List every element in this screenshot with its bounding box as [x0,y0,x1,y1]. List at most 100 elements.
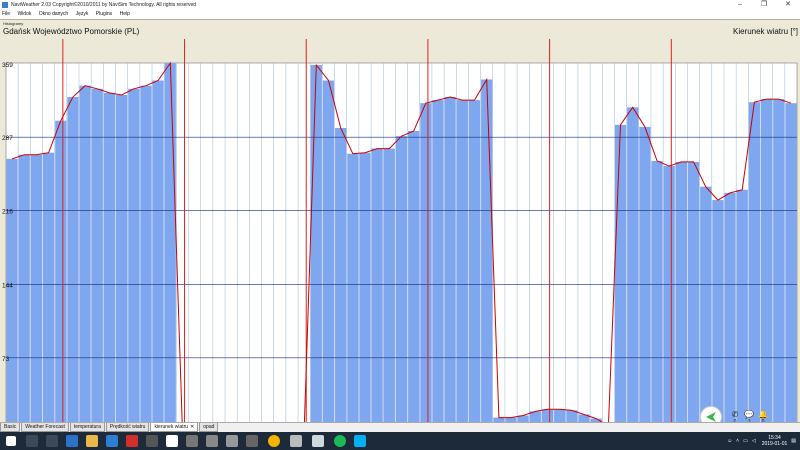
bar [18,154,30,433]
menu-view[interactable]: Widok [17,10,31,19]
location-label: Gdańsk Województwo Pomorskie (PL) [3,27,140,36]
bar [164,63,176,432]
window-title: NaviWeather 2.03 Copyright©2010/2011 by … [11,2,197,8]
app-icon-e[interactable] [226,435,238,447]
tab-precipitation[interactable]: opad [199,423,219,432]
bar [614,124,627,433]
bar [444,97,456,432]
skype-icon[interactable] [354,435,366,447]
bar [663,166,675,432]
chat-icon: 💬 [744,410,754,419]
tab-temperature[interactable]: temperatura [69,423,105,432]
bar [481,79,493,432]
parameter-label: Kierunek wiatru [°] [732,27,798,36]
tab-wind-direction[interactable]: kierunek wiatru ✕ [150,423,199,432]
opera-icon[interactable] [126,435,138,447]
photos-icon[interactable] [246,435,258,447]
start-icon[interactable] [6,436,16,446]
histogram-panel: Histogramy Gdańsk Województwo Pomorskie … [0,19,800,440]
menu-plugins[interactable]: Plugins [96,10,112,19]
bar [322,80,335,433]
bar [55,120,67,432]
bar [116,94,128,432]
close-tab-icon[interactable]: ✕ [190,424,194,430]
bar [103,92,116,433]
bar [712,200,724,432]
menu-data-window[interactable]: Okno danych [39,10,68,19]
file-explorer-icon[interactable] [86,435,98,447]
bar [310,65,322,432]
bar [408,131,420,432]
phone-icon: ✆ [731,410,739,419]
bar [128,88,140,432]
minimize-button[interactable]: – [728,0,752,10]
bar [152,80,164,433]
tab-wind-direction-label: kierunek wiatru [154,424,189,430]
app-icon-a[interactable] [146,435,158,447]
chevron-up-icon[interactable]: ˄ [736,438,739,444]
app-icon [2,2,8,8]
bar [347,153,359,432]
bar [687,161,700,433]
network-icon[interactable]: ▭ [743,438,748,444]
bar [30,154,43,433]
title-bar: NaviWeather 2.03 Copyright©2010/2011 by … [0,0,800,10]
bar [420,103,432,432]
edge-icon[interactable] [66,435,78,447]
y-tick-label: 216 [2,208,13,215]
bar [432,100,444,432]
bar [335,127,347,432]
y-tick-label: 287 [2,135,13,142]
bar [736,189,748,432]
tab-basic[interactable]: Basic [0,423,21,432]
spotify-icon[interactable] [334,435,346,447]
bar [675,161,687,433]
y-tick-label: 73 [2,356,10,363]
y-tick-label: 359 [2,62,13,69]
bar [91,88,103,432]
bar [748,102,760,432]
volume-icon[interactable]: ◁ [752,438,756,444]
bar [6,158,18,432]
bar [43,152,55,432]
weather-icon[interactable] [312,435,324,447]
people-icon[interactable]: ☺ [727,438,732,444]
bar [700,186,712,432]
menu-language[interactable]: Język [76,10,89,19]
bar [395,136,408,432]
maximize-button[interactable]: ❐ [752,0,776,10]
bell-icon: 🔔 [758,410,768,419]
bar [371,148,383,432]
bar [67,97,79,432]
menu-file[interactable]: File [2,10,10,19]
tab-wind-speed[interactable]: Prędkość wiatru [105,423,150,432]
bar [760,99,773,432]
close-button[interactable]: ✕ [776,0,800,10]
bar [456,100,468,432]
app-icon-f[interactable] [290,435,302,447]
clock-date: 2019-01-01 [761,441,788,447]
menu-bar: File Widok Okno danych Język Plugins Hel… [0,10,800,19]
tab-bar: Basic Weather Forecast temperatura Prędkość… [0,422,800,432]
action-center-icon[interactable]: ▤ [791,438,796,444]
bar [639,126,651,432]
app-icon-b[interactable] [166,435,178,447]
bar [724,192,736,432]
taskbar: ☺ ˄ ▭ ◁ 15:34 2019-01-01 ▤ [0,432,800,450]
store-icon[interactable] [106,435,118,447]
wind-direction-chart[interactable]: Śro.Czw.Pią.Sob.Ni.Pon.17314421628735920… [0,39,800,442]
system-tray: ☺ ˄ ▭ ◁ 15:34 2019-01-01 ▤ [723,432,796,450]
y-tick-label: 144 [2,283,13,290]
bar [627,107,639,432]
app-icon-c[interactable] [186,435,198,447]
search-icon[interactable] [26,435,38,447]
app-icon-d[interactable] [206,435,218,447]
bar [773,99,785,432]
menu-help[interactable]: Help [120,10,130,19]
tab-weather-forecast[interactable]: Weather Forecast [21,423,69,432]
bar [359,152,371,432]
bar [140,85,152,433]
chrome-icon[interactable] [268,435,280,447]
task-view-icon[interactable] [46,435,58,447]
clock[interactable]: 15:34 2019-01-01 [762,435,788,447]
